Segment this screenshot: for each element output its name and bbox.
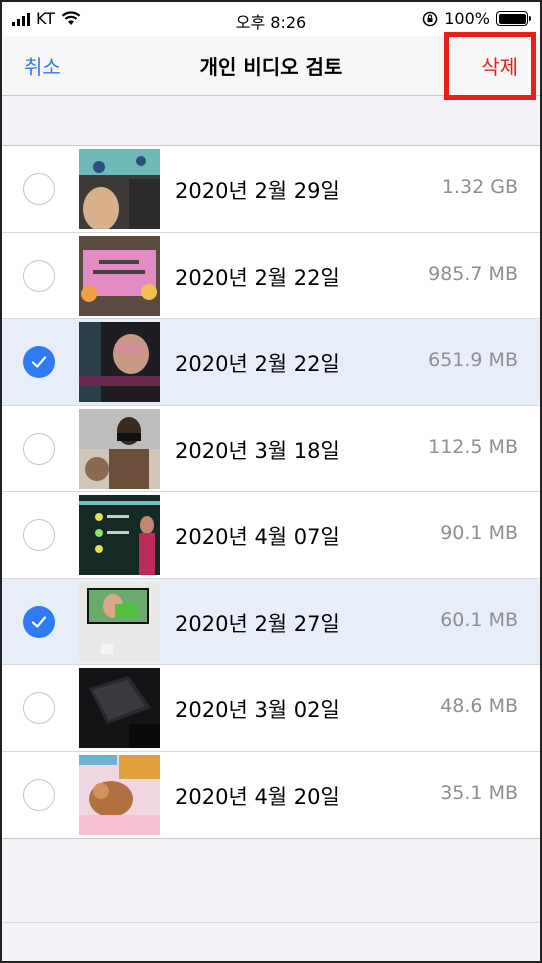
video-size: 60.1 MB [440, 608, 518, 631]
video-thumbnail [79, 668, 160, 748]
video-thumbnail [79, 322, 160, 402]
video-size: 651.9 MB [428, 349, 518, 371]
video-size: 985.7 MB [428, 262, 518, 285]
selection-checkbox[interactable] [23, 778, 55, 811]
video-row-4[interactable]: 2020년 3월 18일 112.5 MB [2, 405, 540, 492]
video-date: 2020년 2월 29일 [175, 179, 340, 203]
video-row-3[interactable]: 2020년 2월 22일 651.9 MB [2, 319, 540, 406]
video-thumbnail [79, 495, 160, 575]
delete-button[interactable]: 삭제 [481, 51, 518, 80]
video-row-6[interactable]: 2020년 2월 27일 60.1 MB [2, 578, 540, 665]
selection-checkbox[interactable] [23, 259, 55, 292]
video-row-7[interactable]: 2020년 3월 02일 48.6 MB [2, 665, 540, 752]
selection-checkbox[interactable] [23, 605, 55, 638]
video-date: 2020년 3월 18일 [175, 438, 340, 463]
video-size: 35.1 MB [440, 781, 518, 804]
selection-checkbox[interactable] [23, 173, 55, 205]
video-list: 2020년 2월 29일 1.32 GB 2020년 2월 22일 985.7 … [2, 145, 540, 839]
checkmark-icon [31, 356, 47, 368]
video-row-1[interactable]: 2020년 2월 29일 1.32 GB [2, 146, 540, 233]
video-date: 2020년 2월 27일 [175, 611, 340, 636]
checkmark-icon [31, 615, 47, 628]
status-right: 100% [422, 9, 531, 28]
video-date: 2020년 4월 20일 [175, 784, 340, 809]
video-thumbnail [79, 581, 160, 662]
selection-checkbox[interactable] [23, 346, 55, 378]
selection-checkbox[interactable] [23, 519, 55, 551]
video-thumbnail [79, 408, 160, 489]
video-size: 48.6 MB [440, 695, 518, 717]
video-thumbnail [79, 754, 160, 835]
video-date: 2020년 2월 22일 [175, 265, 340, 290]
video-size: 112.5 MB [428, 435, 518, 458]
video-size: 90.1 MB [440, 522, 518, 544]
screen: KT 오후 8:26 100% 취소 개인 비디오 검토 삭제 2020년 2월… [0, 0, 542, 963]
video-row-2[interactable]: 2020년 2월 22일 985.7 MB [2, 232, 540, 319]
video-thumbnail [79, 149, 160, 229]
video-thumbnail [79, 235, 160, 316]
status-bar: KT 오후 8:26 100% [2, 2, 540, 36]
battery-icon [496, 11, 531, 26]
orientation-lock-icon [423, 11, 438, 26]
video-date: 2020년 3월 02일 [175, 698, 340, 722]
battery-percent: 100% [444, 9, 490, 28]
video-row-8[interactable]: 2020년 4월 20일 35.1 MB [2, 751, 540, 838]
video-date: 2020년 2월 22일 [175, 352, 340, 376]
video-row-5[interactable]: 2020년 4월 07일 90.1 MB [2, 492, 540, 579]
selection-checkbox[interactable] [23, 432, 55, 465]
video-size: 1.32 GB [441, 176, 518, 198]
bottom-divider [2, 922, 540, 923]
video-date: 2020년 4월 07일 [175, 525, 340, 549]
navigation-bar: 취소 개인 비디오 검토 삭제 [2, 32, 540, 100]
selection-checkbox[interactable] [23, 692, 55, 724]
